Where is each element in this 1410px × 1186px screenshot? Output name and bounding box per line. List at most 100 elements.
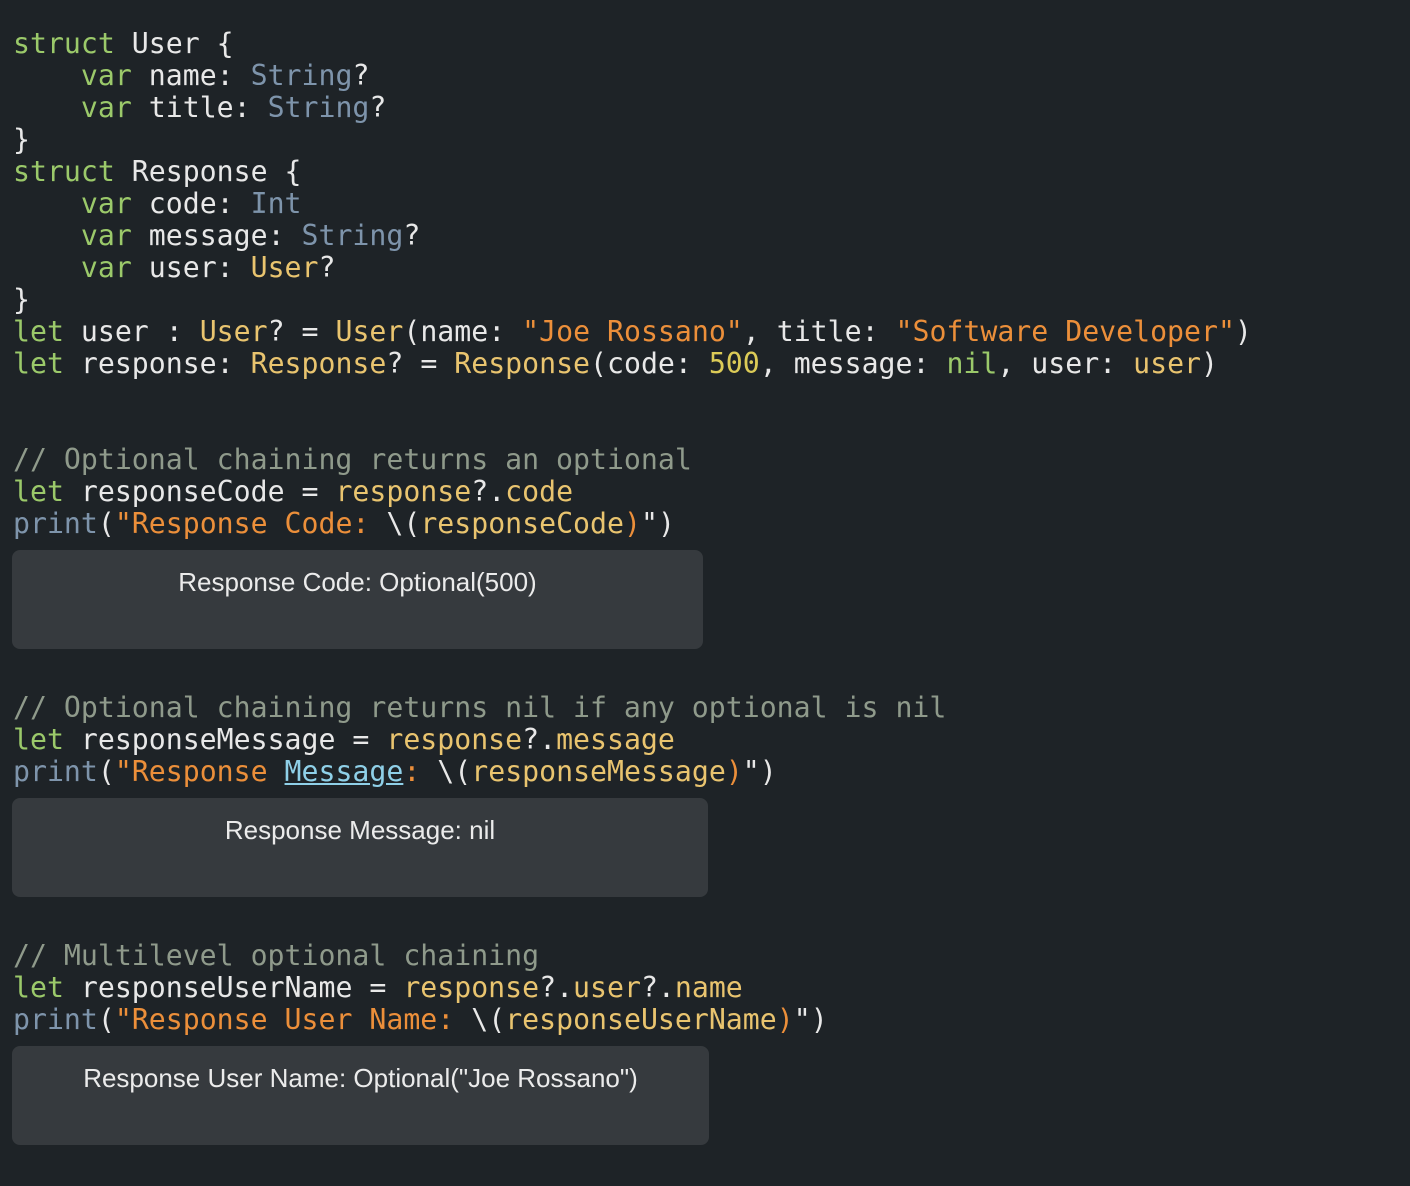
code-line[interactable]: var name: String? [13,59,370,92]
code-token: \( [386,507,421,540]
code-line[interactable]: print("Response Message: \(responseMessa… [13,756,777,788]
code-editor[interactable]: struct User { var name: String? var titl… [0,0,1410,1186]
code-token: String [267,91,370,124]
code-token: // Multilevel optional chaining [13,939,540,972]
code-line[interactable]: print("Response Code: \(responseCode)") [13,508,675,540]
code-token: ) [1201,347,1218,380]
code-line[interactable]: struct Response { [13,156,302,188]
code-token: 500 [708,347,760,380]
code-token: struct [13,155,115,188]
result-text: Response Code: Optional(500) [178,567,537,597]
code-line[interactable]: // Optional chaining returns an optional [13,444,692,476]
code-token: Response [454,347,591,380]
code-token: Response [250,347,387,380]
code-token: title: [131,91,268,124]
code-token: ) [759,755,777,788]
code-token: "Software Developer" [895,315,1235,348]
code-line[interactable]: struct User { [13,28,234,60]
code-token: } [13,123,30,156]
result-box: Response Code: Optional(500) [12,550,703,649]
code-token: let [13,347,64,380]
code-token: ?. [640,971,675,1004]
code-token: response: [63,347,251,380]
code-token: } [13,283,30,316]
code-token: response [386,723,523,756]
code-token: responseCode [420,507,624,540]
code-token: ? = [386,347,455,380]
code-token: String [301,219,404,252]
code-token: ?. [539,971,574,1004]
code-token: "Response Code: [114,507,387,540]
code-token: , message: [759,347,947,380]
code-token: ? [318,251,336,284]
code-token: ) [725,755,743,788]
code-line[interactable]: // Multilevel optional chaining [13,940,539,972]
code-token: (code: [590,347,709,380]
code-token: print [13,1003,98,1036]
code-line[interactable]: } [13,124,30,156]
code-line[interactable]: let responseCode = response?.code [13,476,573,508]
code-token: User [250,251,319,284]
code-token: code [505,475,574,508]
code-token: let [13,723,64,756]
code-token: user: [131,251,251,284]
code-line[interactable]: var code: Int [13,188,302,220]
code-token: ) [810,1003,828,1036]
code-line[interactable]: // Optional chaining returns nil if any … [13,692,946,724]
code-token: responseMessage = [63,723,387,756]
code-token: print [13,755,98,788]
code-token: var [80,91,132,124]
code-token: let [13,971,64,1004]
code-token: "Response [114,755,285,788]
code-token: ?. [522,723,557,756]
code-token: user [573,971,641,1004]
code-token: , title: [742,315,896,348]
result-box: Response User Name: Optional("Joe Rossan… [12,1046,709,1145]
code-token: user [1133,347,1202,380]
code-line[interactable]: print("Response User Name: \(responseUse… [13,1004,828,1036]
code-token: ?. [471,475,506,508]
code-token: responseUserName = [63,971,404,1004]
code-token: responseUserName [505,1003,777,1036]
code-line[interactable]: let responseUserName = response?.user?.n… [13,972,743,1004]
code-token: message [556,723,675,756]
code-token: // Optional chaining returns an optional [13,443,692,476]
code-token: ? [369,91,387,124]
code-token: var [80,59,132,92]
code-token: let [13,475,64,508]
code-line[interactable]: let response: Response? = Response(code:… [13,348,1218,380]
code-token: responseCode = [63,475,336,508]
code-token: "Response User Name: [114,1003,472,1036]
code-token: ) [776,1003,794,1036]
code-token: struct [13,27,115,60]
code-token: ? = [267,315,336,348]
code-line[interactable]: var message: String? [13,220,420,252]
code-token: var [80,219,132,252]
code-token: , user: [997,347,1134,380]
code-token: ) [657,507,675,540]
code-line[interactable]: var user: User? [13,251,336,284]
code-token: ( [97,1003,115,1036]
result-text: Response Message: nil [224,815,496,845]
code-token: ? [403,219,421,252]
code-token: let [13,315,64,348]
code-token: code: [131,187,251,220]
code-line[interactable]: let user : User? = User(name: "Joe Rossa… [13,316,1252,348]
code-token: nil [946,347,998,380]
code-token: ) [1234,315,1252,348]
code-token: print [13,507,98,540]
result-box: Response Message: nil [12,798,708,897]
code-token: Int [250,187,302,220]
code-token: ( [97,755,115,788]
code-token: user : [63,315,200,348]
code-token: \( [437,755,472,788]
code-line[interactable]: var title: String? [13,91,387,124]
code-line[interactable]: } [13,284,30,316]
code-link[interactable]: Message [285,755,404,788]
code-line[interactable]: let responseMessage = response?.message [13,724,675,756]
code-token: (name: [403,315,523,348]
code-token: User [199,315,268,348]
